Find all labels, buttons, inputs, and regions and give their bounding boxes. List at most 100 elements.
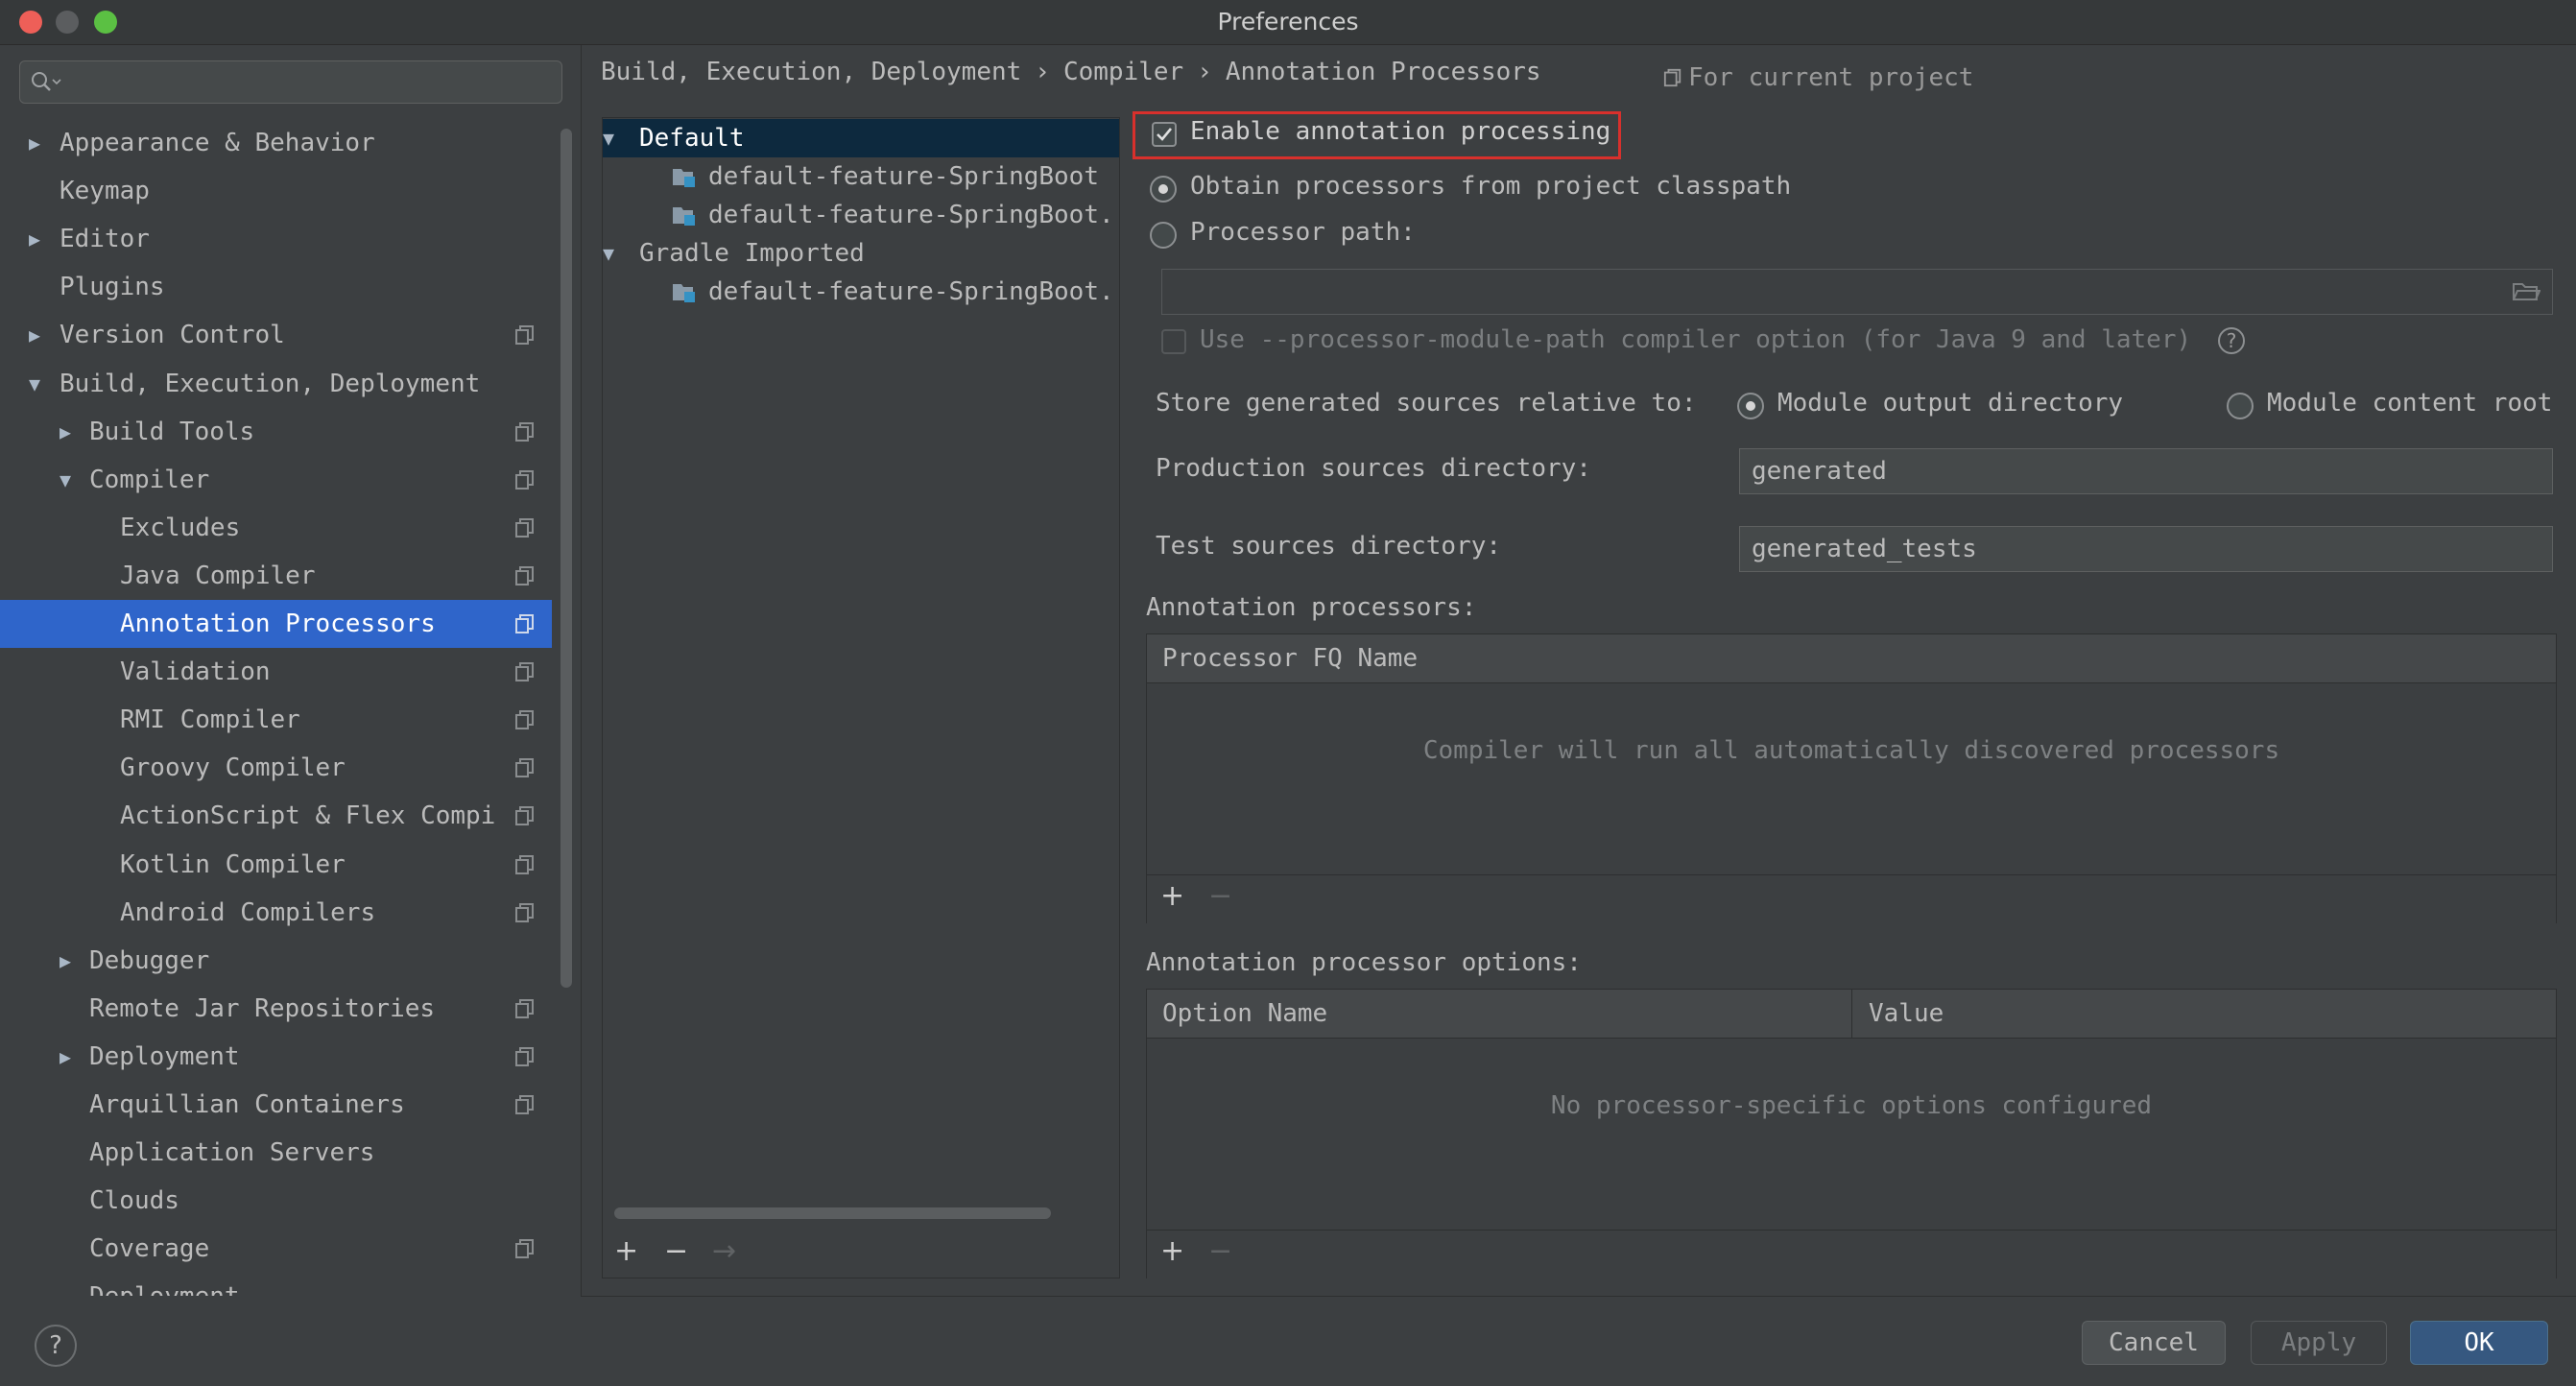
collapsed-arrow-icon[interactable]: ▶ bbox=[60, 408, 83, 456]
expanded-arrow-icon[interactable]: ▼ bbox=[29, 360, 52, 408]
project-scope-icon bbox=[515, 1239, 534, 1259]
sidebar-item[interactable]: ▶ Appearance & Behavior bbox=[0, 119, 552, 167]
sidebar-item-label: Groovy Compiler bbox=[120, 753, 346, 783]
breadcrumb: Build, Execution, Deployment › Compiler › An… bbox=[601, 58, 1541, 86]
footer-divider bbox=[581, 1296, 2576, 1297]
module-label: default-feature-SpringBoot. bbox=[708, 201, 1114, 229]
module-output-directory-radio[interactable] bbox=[1737, 393, 1764, 419]
add-profile-button[interactable]: + bbox=[614, 1234, 638, 1268]
sidebar-item[interactable]: ▼ Compiler bbox=[0, 456, 552, 504]
collapsed-arrow-icon[interactable]: ▶ bbox=[29, 311, 52, 359]
sidebar-item[interactable]: Groovy Compiler bbox=[0, 744, 552, 792]
settings-search-input[interactable] bbox=[19, 60, 562, 104]
module-output-directory-label: Module output directory bbox=[1777, 389, 2124, 418]
project-scope-icon bbox=[515, 1095, 534, 1114]
expanded-arrow-icon[interactable]: ▼ bbox=[603, 234, 614, 273]
collapsed-arrow-icon[interactable]: ▶ bbox=[60, 937, 83, 985]
sidebar-item[interactable]: ▶ Editor bbox=[0, 215, 552, 263]
collapsed-arrow-icon[interactable]: ▶ bbox=[29, 119, 52, 167]
breadcrumb-separator: › bbox=[1197, 58, 1212, 86]
processor-path-field[interactable] bbox=[1161, 269, 2553, 315]
sidebar-item-label: Version Control bbox=[60, 321, 285, 350]
module-group-item[interactable]: ▼ Gradle Imported bbox=[603, 234, 1119, 273]
module-tree-scrollbar[interactable] bbox=[614, 1207, 1051, 1219]
obtain-from-classpath-radio[interactable] bbox=[1150, 176, 1177, 203]
production-dir-field[interactable]: generated bbox=[1739, 448, 2553, 494]
sidebar-item[interactable]: ▶ Version Control bbox=[0, 311, 552, 359]
search-icon bbox=[32, 72, 61, 91]
cancel-button[interactable]: Cancel bbox=[2082, 1321, 2226, 1365]
sidebar-item[interactable]: ActionScript & Flex Compi bbox=[0, 792, 552, 840]
column-header-option-name[interactable]: Option Name bbox=[1162, 990, 1327, 1038]
sidebar-item[interactable]: Excludes bbox=[0, 504, 552, 552]
add-option-button[interactable]: + bbox=[1160, 1234, 1184, 1268]
module-label: default-feature-SpringBoot bbox=[708, 162, 1099, 191]
sidebar-item[interactable]: Plugins bbox=[0, 263, 552, 311]
remove-option-button[interactable]: − bbox=[1208, 1234, 1232, 1268]
sidebar-item[interactable]: Validation bbox=[0, 648, 552, 696]
project-scope-icon bbox=[515, 806, 534, 826]
test-dir-label: Test sources directory: bbox=[1156, 532, 1502, 561]
test-dir-field[interactable]: generated_tests bbox=[1739, 526, 2553, 572]
processor-path-radio[interactable] bbox=[1150, 222, 1177, 249]
module-group-label: Default bbox=[639, 124, 745, 153]
sidebar-item[interactable]: ▶ Deployment bbox=[0, 1033, 552, 1081]
module-item[interactable]: default-feature-SpringBoot. bbox=[603, 273, 1119, 311]
sidebar-item-label: Editor bbox=[60, 225, 150, 254]
processors-toolbar: + − bbox=[1147, 874, 2556, 923]
module-content-root-radio[interactable] bbox=[2227, 393, 2254, 419]
column-header-processor-fq-name[interactable]: Processor FQ Name bbox=[1162, 634, 1418, 682]
sidebar-item[interactable]: Keymap bbox=[0, 167, 552, 215]
sidebar-item[interactable]: ▶ Debugger bbox=[0, 937, 552, 985]
remove-profile-button[interactable]: − bbox=[664, 1234, 688, 1268]
expanded-arrow-icon[interactable]: ▼ bbox=[60, 456, 83, 504]
apply-button[interactable]: Apply bbox=[2251, 1321, 2387, 1365]
move-module-button[interactable]: → bbox=[712, 1234, 736, 1268]
remove-processor-button[interactable]: − bbox=[1208, 879, 1232, 913]
sidebar-item[interactable]: ▼ Build, Execution, Deployment bbox=[0, 360, 552, 408]
checkmark-icon bbox=[1157, 128, 1173, 141]
module-item[interactable]: default-feature-SpringBoot bbox=[603, 157, 1119, 196]
sidebar-item[interactable]: Application Servers bbox=[0, 1129, 552, 1177]
enable-annotation-processing-checkbox[interactable] bbox=[1152, 122, 1177, 147]
folder-open-icon[interactable] bbox=[2512, 280, 2540, 303]
sidebar-item[interactable]: Coverage bbox=[0, 1225, 552, 1273]
module-path-option-checkbox[interactable] bbox=[1161, 329, 1186, 354]
sidebar-item[interactable]: Clouds bbox=[0, 1177, 552, 1225]
sidebar-item-label: Remote Jar Repositories bbox=[89, 993, 436, 1023]
sidebar-item[interactable]: Kotlin Compiler bbox=[0, 841, 552, 889]
help-icon[interactable]: ? bbox=[2218, 327, 2245, 354]
ok-button[interactable]: OK bbox=[2410, 1321, 2548, 1365]
sidebar-item[interactable]: Java Compiler bbox=[0, 552, 552, 600]
table-header: Processor FQ Name bbox=[1147, 634, 2556, 683]
module-folder-icon bbox=[673, 169, 695, 187]
sidebar-item-label: Plugins bbox=[60, 273, 165, 302]
collapsed-arrow-icon[interactable]: ▶ bbox=[29, 215, 52, 263]
sidebar-scrollbar[interactable] bbox=[561, 129, 572, 988]
sidebar-item-label: Kotlin Compiler bbox=[120, 849, 346, 879]
project-scope-icon bbox=[515, 469, 534, 490]
sidebar-item[interactable]: Android Compilers bbox=[0, 889, 552, 937]
expanded-arrow-icon[interactable]: ▼ bbox=[603, 119, 614, 157]
sidebar-item-label: ActionScript & Flex Compi bbox=[120, 801, 496, 831]
module-group-item[interactable]: ▼ Default bbox=[603, 119, 1119, 157]
empty-options-text: No processor-specific options configured bbox=[1550, 1091, 2153, 1120]
module-item[interactable]: default-feature-SpringBoot. bbox=[603, 196, 1119, 234]
help-button[interactable]: ? bbox=[35, 1325, 77, 1367]
sidebar-item[interactable]: ▶ Build Tools bbox=[0, 408, 552, 456]
column-header-value[interactable]: Value bbox=[1869, 990, 1944, 1038]
project-scope-icon bbox=[515, 902, 534, 922]
sidebar-item[interactable]: Remote Jar Repositories bbox=[0, 985, 552, 1033]
sidebar-item[interactable]: RMI Compiler bbox=[0, 696, 552, 744]
sidebar-item-label: Android Compilers bbox=[120, 897, 376, 927]
sidebar-item[interactable]: Arquillian Containers bbox=[0, 1081, 552, 1129]
obtain-from-classpath-label: Obtain processors from project classpath bbox=[1190, 172, 1792, 201]
sidebar-item-label: Build Tools bbox=[89, 417, 255, 446]
breadcrumb-item: Compiler bbox=[1062, 58, 1184, 86]
collapsed-arrow-icon[interactable]: ▶ bbox=[60, 1033, 83, 1081]
column-divider[interactable] bbox=[1851, 990, 1852, 1038]
add-processor-button[interactable]: + bbox=[1160, 879, 1184, 913]
empty-processors-text: Compiler will run all automatically disc… bbox=[1422, 736, 2280, 765]
sidebar-item[interactable]: Annotation Processors bbox=[0, 600, 552, 648]
processor-path-label: Processor path: bbox=[1190, 218, 1416, 247]
